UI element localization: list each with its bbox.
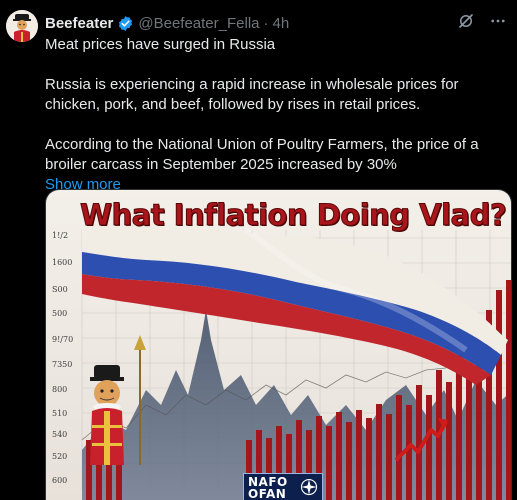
y-tick-label: 1600 [52,258,73,267]
y-tick-label: 9!/70 [52,335,74,344]
y-tick-label: 600 [52,476,68,485]
y-tick-label: 510 [52,409,68,418]
tweet-paragraph: Russia is experiencing a rapid increase … [45,76,459,113]
y-tick-label: S00 [52,285,68,294]
media-image[interactable]: What Inflation Doing Vlad? 1!/2 1600 S00… [45,189,512,500]
grok-icon[interactable] [457,12,475,30]
nafo-badge: NAFO OFAN [243,473,323,500]
tweet-paragraph: According to the National Union of Poult… [45,136,479,173]
verified-icon [117,15,134,32]
timestamp[interactable]: 4h [273,15,290,32]
tweet-text: Meat prices have surged in Russia Russia… [45,35,507,195]
display-name[interactable]: Beefeater [45,15,113,32]
tweet-actions [457,12,507,30]
avatar[interactable] [6,10,38,42]
tweet-paragraph: Meat prices have surged in Russia [45,36,276,53]
separator-dot: · [263,14,269,32]
y-tick-label: 540 [52,430,68,439]
y-tick-label: 520 [52,452,68,461]
more-icon[interactable] [489,12,507,30]
user-handle[interactable]: @Beefeater_Fella [138,15,259,32]
y-tick-label: 800 [52,385,68,394]
nato-star-icon [300,478,318,496]
y-tick-label: 500 [52,309,68,318]
tweet-header: Beefeater @Beefeater_Fella · 4h [45,13,289,33]
y-tick-label: 1!/2 [52,231,69,240]
image-title: What Inflation Doing Vlad? [80,198,508,233]
badge-text: NAFO OFAN [248,475,288,500]
tweet[interactable]: Beefeater @Beefeater_Fella · 4h Meat pri… [0,0,517,500]
beefeater-avatar-icon [6,10,38,42]
y-tick-label: 7350 [52,360,73,369]
inflation-chart-illustration [46,190,511,500]
